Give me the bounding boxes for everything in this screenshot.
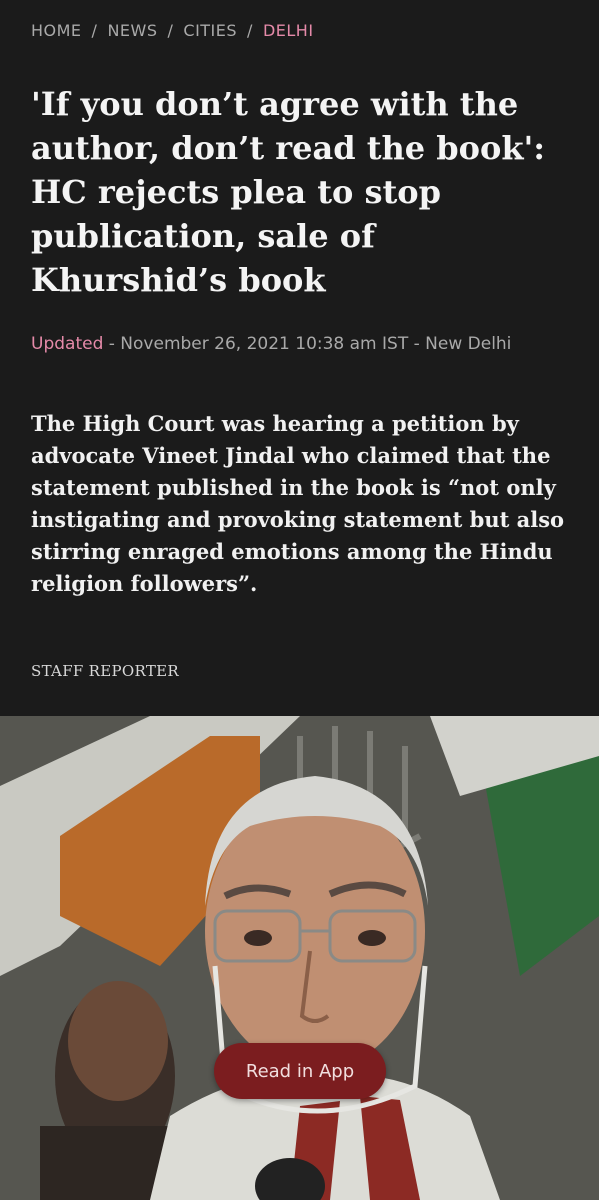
breadcrumb-separator: / (167, 21, 174, 40)
article-header: HOME / NEWS / CITIES / DELHI 'If you don’t agr… (0, 0, 599, 716)
article-photo (0, 716, 599, 1200)
article-date-location: - November 26, 2021 10:38 am IST - New D… (103, 334, 512, 354)
article-headline: 'If you don’t agree with the author, don… (31, 85, 546, 299)
breadcrumb-news[interactable]: NEWS (107, 21, 157, 40)
breadcrumb-home[interactable]: HOME (31, 21, 82, 40)
breadcrumb: HOME / NEWS / CITIES / DELHI (31, 21, 314, 40)
breadcrumb-separator: / (247, 21, 253, 40)
read-in-app-button[interactable]: Read in App (214, 1043, 386, 1099)
article-summary: The High Court was hearing a petition by… (31, 411, 565, 596)
breadcrumb-delhi[interactable]: DELHI (263, 21, 314, 40)
breadcrumb-separator: / (91, 21, 98, 40)
updated-label: Updated (31, 334, 104, 354)
article-meta: Updated - November 26, 2021 10:38 am IST… (31, 332, 551, 357)
breadcrumb-cities[interactable]: CITIES (183, 21, 237, 40)
author-byline[interactable]: STAFF REPORTER (31, 662, 179, 680)
